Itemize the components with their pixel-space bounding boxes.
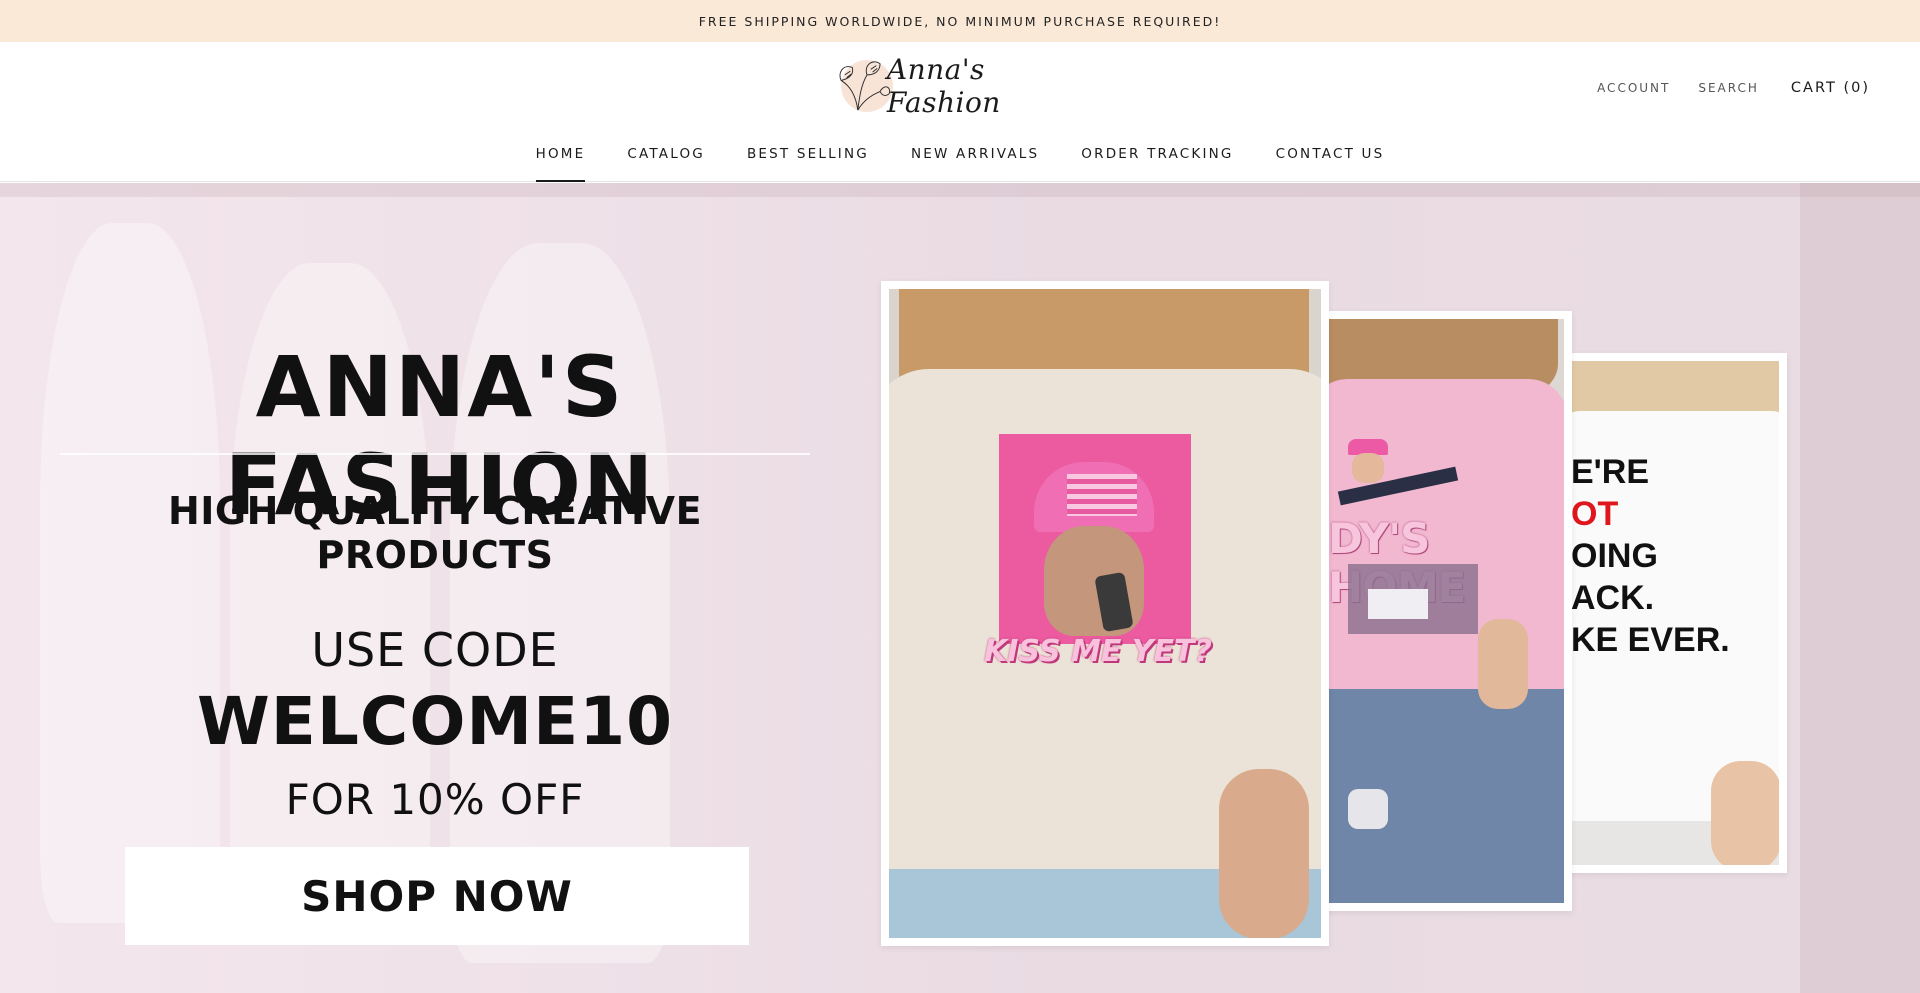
announcement-bar: FREE SHIPPING WORLDWIDE, NO MINIMUM PURC… bbox=[0, 0, 1920, 42]
promo-code: WELCOME10 bbox=[196, 683, 674, 760]
cart-link[interactable]: CART (0) bbox=[1791, 80, 1870, 96]
shirt-text-line: KE EVER. bbox=[1571, 621, 1730, 659]
brand-logo[interactable]: Anna's Fashion bbox=[830, 50, 1092, 122]
search-link[interactable]: SEARCH bbox=[1698, 81, 1759, 95]
product-photo-white-tee: E'RE OT OING ACK. KE EVER. bbox=[1563, 353, 1787, 873]
account-link[interactable]: ACCOUNT bbox=[1597, 81, 1670, 95]
product-photo-beige-tee: KISS ME YET? bbox=[881, 281, 1329, 946]
shirt-text-kiss: KISS ME YET? bbox=[984, 634, 1212, 669]
product-photo-pink-tee: DY'S HOME bbox=[1320, 311, 1572, 911]
promo-intro: USE CODE bbox=[311, 623, 559, 677]
site-header: Anna's Fashion ACCOUNT SEARCH CART (0) H… bbox=[0, 42, 1920, 182]
nav-item-new-arrivals[interactable]: NEW ARRIVALS bbox=[911, 144, 1039, 182]
shirt-text-block: E'RE OT OING ACK. KE EVER. bbox=[1571, 451, 1731, 661]
hero-subtitle: HIGH QUALITY CREATIVE PRODUCTS bbox=[167, 489, 703, 577]
hero-banner[interactable]: ANNA'S FASHION HIGH QUALITY CREATIVE PRO… bbox=[0, 183, 1920, 993]
nav-item-contact-us[interactable]: CONTACT US bbox=[1276, 144, 1385, 182]
hero-text-block: ANNA'S FASHION HIGH QUALITY CREATIVE PRO… bbox=[0, 183, 880, 993]
shirt-text-line: OING bbox=[1571, 537, 1658, 575]
promo-offer: FOR 10% OFF bbox=[285, 775, 585, 824]
ginkgo-leaf-icon bbox=[839, 60, 894, 112]
announcement-text: FREE SHIPPING WORLDWIDE, NO MINIMUM PURC… bbox=[698, 13, 1222, 29]
shop-now-button[interactable]: SHOP NOW bbox=[125, 847, 749, 945]
shirt-graphic bbox=[999, 434, 1191, 644]
nav-item-order-tracking[interactable]: ORDER TRACKING bbox=[1081, 144, 1233, 182]
shirt-text-line: E'RE bbox=[1571, 453, 1649, 491]
main-nav: HOME CATALOG BEST SELLING NEW ARRIVALS O… bbox=[0, 144, 1920, 182]
nav-item-home[interactable]: HOME bbox=[535, 144, 586, 182]
brand-name: Anna's Fashion bbox=[886, 53, 1001, 119]
hero-bg-shadow bbox=[1800, 183, 1920, 993]
shirt-text-line: OT bbox=[1571, 495, 1619, 533]
nav-item-best-selling[interactable]: BEST SELLING bbox=[747, 144, 869, 182]
hero-divider bbox=[60, 453, 810, 455]
header-utility-links: ACCOUNT SEARCH CART (0) bbox=[1597, 80, 1870, 96]
nav-item-catalog[interactable]: CATALOG bbox=[627, 144, 705, 182]
shirt-text-line: ACK. bbox=[1571, 579, 1655, 617]
